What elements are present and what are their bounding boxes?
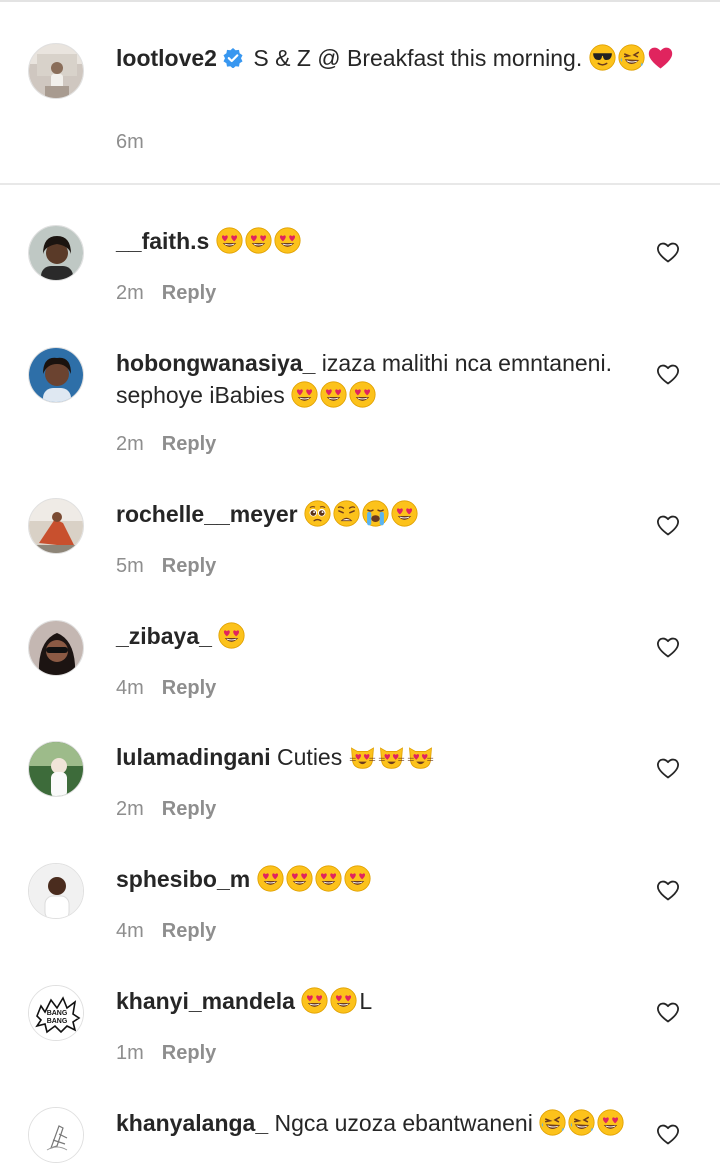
comment-time: 5m xyxy=(116,555,144,577)
emoji-heart-eyes-icon xyxy=(320,381,347,408)
emoji-sunglasses-icon xyxy=(589,44,616,71)
like-heart-icon[interactable] xyxy=(656,757,680,779)
comment-avatar[interactable] xyxy=(28,620,84,676)
comment-meta: 4m Reply xyxy=(116,677,216,700)
emoji-heart-eyes-icon xyxy=(274,227,301,254)
comment-body: khanyi_mandela L xyxy=(116,985,656,1017)
reply-button[interactable]: Reply xyxy=(162,555,216,577)
comment-body: khanyalanga_ Ngca uzoza ebantwaneni xyxy=(116,1107,656,1139)
verified-badge-icon xyxy=(223,44,243,69)
like-heart-icon[interactable] xyxy=(656,1123,680,1145)
comment-avatar[interactable]: BANG BANG xyxy=(28,985,84,1041)
caption-text: lootlove2 S & Z @ Breakfast this morning… xyxy=(116,42,686,74)
svg-text:BANG: BANG xyxy=(47,1010,68,1017)
emoji-heart-eyes-icon xyxy=(330,987,357,1014)
emoji-heart-eyes-icon xyxy=(391,500,418,527)
comment-text: Cuties xyxy=(277,744,343,770)
comment-body: __faith.s xyxy=(116,225,656,257)
reply-button[interactable]: Reply xyxy=(162,677,216,699)
comment-meta: 2m Reply xyxy=(116,798,216,821)
comment-username[interactable]: hobongwanasiya_ xyxy=(116,350,315,376)
emoji-heart-eyes-icon xyxy=(301,987,328,1014)
comment-trail-text: L xyxy=(359,988,373,1014)
comment-body: sphesibo_m xyxy=(116,863,656,895)
comment-time: 2m xyxy=(116,282,144,304)
emoji-heart-eyes-icon xyxy=(349,381,376,408)
comment-meta: 5m Reply xyxy=(116,555,216,578)
caption-meta: 6m xyxy=(116,131,144,154)
reply-button[interactable]: Reply xyxy=(162,920,216,942)
comment-avatar[interactable] xyxy=(28,498,84,554)
caption-body: S & Z @ Breakfast this morning. xyxy=(253,45,583,71)
comment-body: hobongwanasiya_ izaza malithi nca emntan… xyxy=(116,347,656,411)
comment-username[interactable]: rochelle__meyer xyxy=(116,501,298,527)
caption-username[interactable]: lootlove2 xyxy=(116,45,217,71)
comment-time: 2m xyxy=(116,433,144,455)
comment-meta: 1m Reply xyxy=(116,1042,216,1065)
like-heart-icon[interactable] xyxy=(656,363,680,385)
comment-body: rochelle__meyer xyxy=(116,498,656,530)
caption-emojis xyxy=(589,44,676,71)
comment-meta: 2m Reply xyxy=(116,433,216,456)
emoji-cat-heart-eyes-icon xyxy=(407,743,434,770)
reply-button[interactable]: Reply xyxy=(162,282,216,304)
emoji-rofl-icon xyxy=(568,1109,595,1136)
comment-avatar[interactable] xyxy=(28,741,84,797)
emoji-heart-eyes-icon xyxy=(216,227,243,254)
comment-time: 4m xyxy=(116,920,144,942)
emoji-pleading-icon xyxy=(304,500,331,527)
emoji-crying-icon xyxy=(362,500,389,527)
comment-username[interactable]: lulamadingani xyxy=(116,744,271,770)
post-caption: lootlove2 S & Z @ Breakfast this morning… xyxy=(0,0,720,185)
comment-username[interactable]: _zibaya_ xyxy=(116,623,212,649)
comment-body: lulamadingani Cuties xyxy=(116,741,656,773)
emoji-heart-eyes-icon xyxy=(315,865,342,892)
emoji-heart-eyes-icon xyxy=(218,622,245,649)
emoji-heart-eyes-icon xyxy=(257,865,284,892)
comment-username[interactable]: __faith.s xyxy=(116,228,209,254)
comment-time: 1m xyxy=(116,1042,144,1064)
emoji-heart-eyes-icon xyxy=(245,227,272,254)
emoji-heart-eyes-icon xyxy=(597,1109,624,1136)
emoji-cat-heart-eyes-icon xyxy=(378,743,405,770)
emoji-red-heart-icon xyxy=(647,44,674,71)
emoji-rofl-icon xyxy=(539,1109,566,1136)
comment-meta: 4m Reply xyxy=(116,920,216,943)
emoji-rofl-icon xyxy=(618,44,645,71)
emoji-heart-eyes-icon xyxy=(291,381,318,408)
comment-time: 2m xyxy=(116,798,144,820)
comment-avatar[interactable] xyxy=(28,1107,84,1163)
like-heart-icon[interactable] xyxy=(656,241,680,263)
emoji-heart-eyes-icon xyxy=(286,865,313,892)
reply-button[interactable]: Reply xyxy=(162,1042,216,1064)
comment-username[interactable]: sphesibo_m xyxy=(116,866,250,892)
caption-time: 6m xyxy=(116,131,144,153)
comment-body: _zibaya_ xyxy=(116,620,656,652)
comment-avatar[interactable] xyxy=(28,863,84,919)
reply-button[interactable]: Reply xyxy=(162,798,216,820)
comment-time: 4m xyxy=(116,677,144,699)
reply-button[interactable]: Reply xyxy=(162,433,216,455)
caption-avatar[interactable] xyxy=(28,43,84,99)
like-heart-icon[interactable] xyxy=(656,636,680,658)
emoji-heart-eyes-icon xyxy=(344,865,371,892)
like-heart-icon[interactable] xyxy=(656,514,680,536)
comment-avatar[interactable] xyxy=(28,225,84,281)
emoji-cat-heart-eyes-icon xyxy=(349,743,376,770)
comment-username[interactable]: khanyalanga_ xyxy=(116,1110,268,1136)
comment-username[interactable]: khanyi_mandela xyxy=(116,988,295,1014)
like-heart-icon[interactable] xyxy=(656,1001,680,1023)
comment-meta: 2m Reply xyxy=(116,282,216,305)
svg-text:BANG: BANG xyxy=(47,1018,68,1025)
comment-avatar[interactable] xyxy=(28,347,84,403)
comment-text: Ngca uzoza ebantwaneni xyxy=(274,1110,533,1136)
emoji-weary-icon xyxy=(333,500,360,527)
like-heart-icon[interactable] xyxy=(656,879,680,901)
